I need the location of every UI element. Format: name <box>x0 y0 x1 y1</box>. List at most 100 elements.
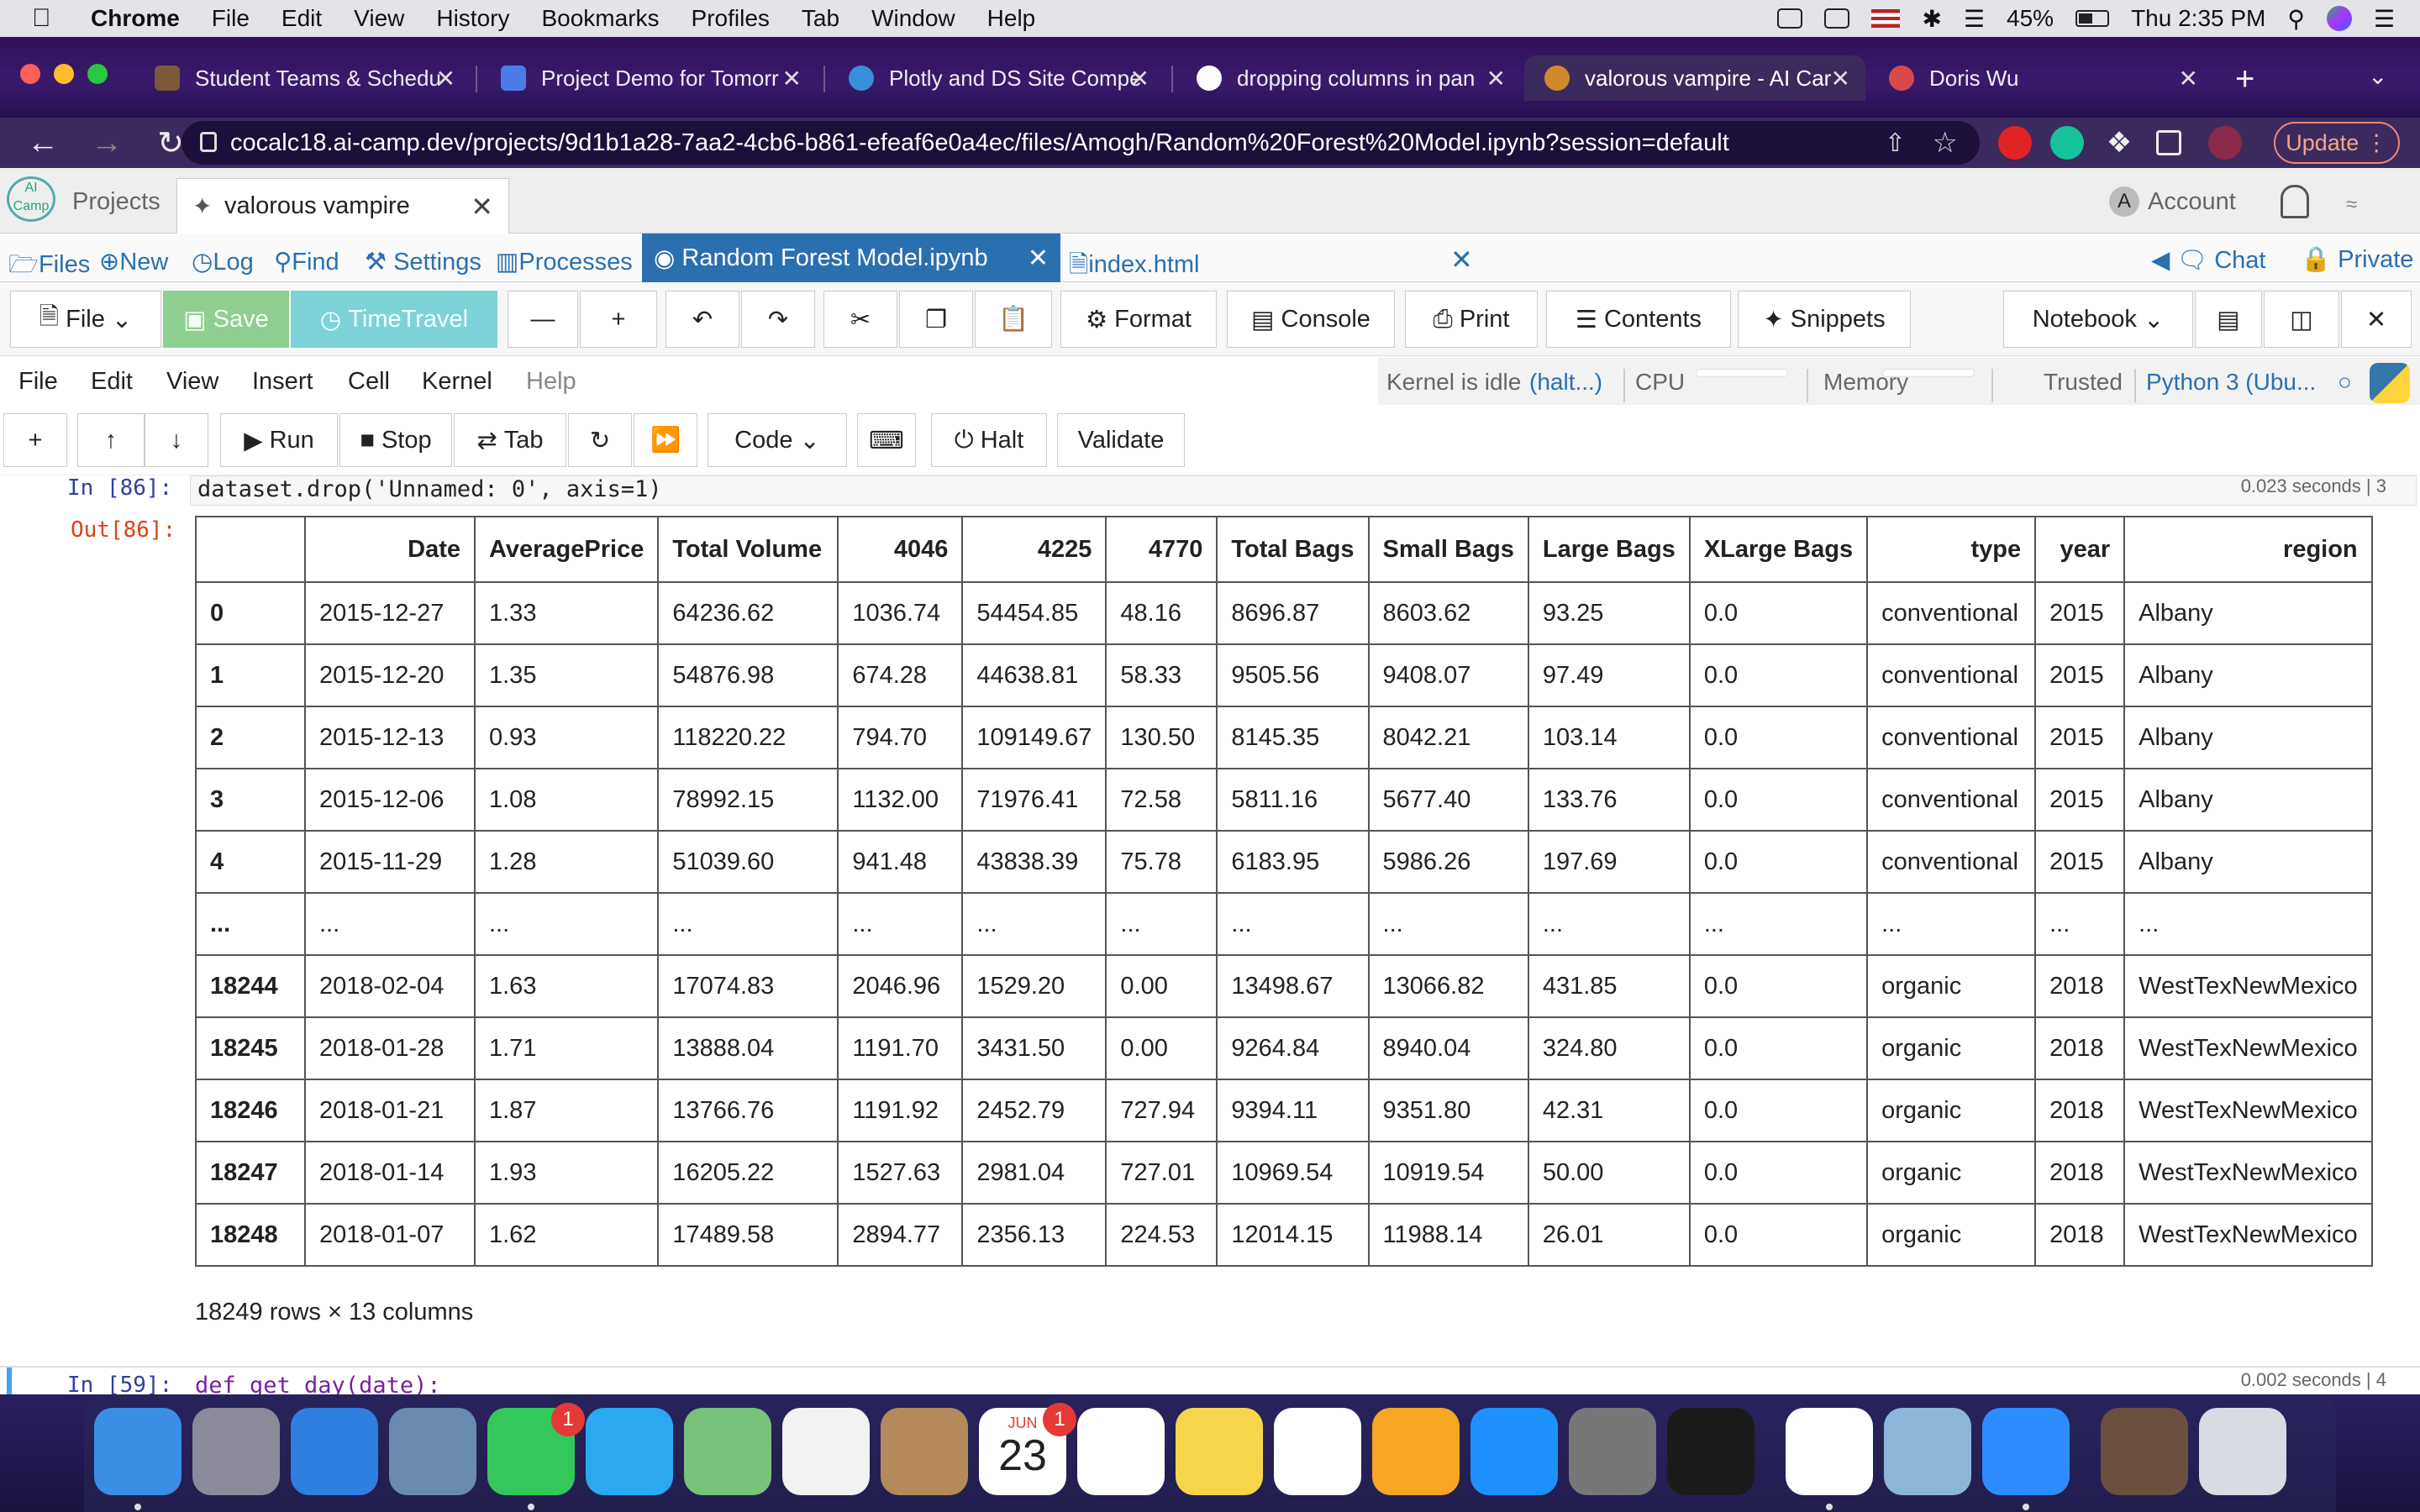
nb-menu-cell[interactable]: Cell <box>348 368 390 396</box>
dock-notes-icon[interactable] <box>1176 1408 1263 1495</box>
restart-kernel-icon[interactable]: ↻ <box>568 413 632 467</box>
close-frame-icon[interactable]: ✕ <box>2341 291 2412 348</box>
move-cell-up-icon[interactable]: ↑ <box>77 413 145 467</box>
validate-button[interactable]: Validate <box>1057 413 1185 467</box>
stop-button[interactable]: ■ Stop <box>339 413 452 467</box>
project-tab[interactable]: ✦ valorous vampire ✕ <box>176 178 509 234</box>
menu-edit[interactable]: Edit <box>281 5 322 32</box>
extension-adblock-icon[interactable] <box>1998 126 2032 160</box>
notebook-view-dropdown[interactable]: Notebook ⌄ <box>2003 291 2193 348</box>
menu-view[interactable]: View <box>354 5 404 32</box>
move-cell-down-icon[interactable]: ↓ <box>145 413 208 467</box>
zoom-out-button[interactable]: — <box>508 291 578 348</box>
dock-safari-icon[interactable] <box>291 1408 378 1495</box>
nb-menu-file[interactable]: File <box>18 368 58 396</box>
save-button[interactable]: ▣ Save <box>163 291 289 348</box>
connection-status-icon[interactable]: ≈ <box>2346 193 2357 217</box>
browser-tab-valorous-vampire[interactable]: valorous vampire - AI Car ✕ <box>1524 55 1865 101</box>
tab-button[interactable]: ⇄ Tab <box>454 413 566 467</box>
menu-bookmarks[interactable]: Bookmarks <box>541 5 659 32</box>
halt-button[interactable]: ⏻ Halt <box>931 413 1047 467</box>
menu-profiles[interactable]: Profiles <box>692 5 770 32</box>
close-window-button[interactable] <box>20 64 40 84</box>
next-code-cell[interactable]: In [59]: def get_day(date): 0.002 second… <box>0 1366 2420 1394</box>
dock-activity-monitor-icon[interactable] <box>1667 1408 1754 1495</box>
dock-launchpad-icon[interactable] <box>192 1408 280 1495</box>
menu-tab[interactable]: Tab <box>802 5 839 32</box>
menu-window[interactable]: Window <box>871 5 955 32</box>
processes-link[interactable]: ▥Processes <box>496 247 633 276</box>
menu-history[interactable]: History <box>436 5 509 32</box>
clock[interactable]: Thu 2:35 PM <box>2131 5 2265 32</box>
nb-menu-view[interactable]: View <box>166 368 218 396</box>
nb-menu-insert[interactable]: Insert <box>252 368 313 396</box>
browser-tab-google-search[interactable]: dropping columns in pan ✕ <box>1176 55 1521 101</box>
siri-icon[interactable] <box>2326 6 2352 31</box>
log-link[interactable]: ◷Log <box>192 247 254 276</box>
minimize-window-button[interactable] <box>54 64 74 84</box>
dock-trash-icon[interactable] <box>2199 1408 2286 1495</box>
dock-numbers-icon[interactable] <box>1274 1408 1361 1495</box>
dock-app-store-icon[interactable] <box>1470 1408 1558 1495</box>
dock-image-capture-icon[interactable] <box>1884 1408 1971 1495</box>
dock-zoom-icon[interactable] <box>1982 1408 2070 1495</box>
dock-chrome-icon[interactable] <box>1786 1408 1873 1495</box>
format-button[interactable]: ⚙ Format <box>1060 291 1217 348</box>
close-tab-icon[interactable]: ✕ <box>1130 65 1150 92</box>
close-tab-icon[interactable]: ✕ <box>2179 65 2198 92</box>
dock-preview-bird-icon[interactable] <box>389 1408 476 1495</box>
insert-cell-button[interactable]: + <box>3 413 67 467</box>
new-tab-button[interactable]: + <box>2235 60 2254 98</box>
dock-messages-icon[interactable] <box>586 1408 673 1495</box>
browser-tab-plotly[interactable]: Plotly and DS Site Compe ✕ <box>829 55 1165 101</box>
zoom-in-button[interactable]: + <box>580 291 657 348</box>
file-menu-button[interactable]: 🗎 File ⌄ <box>10 291 161 348</box>
projects-link[interactable]: Projects <box>72 188 160 216</box>
kernel-name[interactable]: Python 3 (Ubu... <box>2146 369 2316 396</box>
find-link[interactable]: ⚲Find <box>274 247 339 276</box>
ai-camp-logo-icon[interactable]: AI Camp <box>7 176 55 222</box>
dock-contacts-icon[interactable] <box>881 1408 968 1495</box>
snippets-button[interactable]: ✦ Snippets <box>1738 291 1911 348</box>
browser-tab-project-demo[interactable]: Project Demo for Tomorr ✕ <box>481 55 817 101</box>
close-project-icon[interactable]: ✕ <box>471 191 493 223</box>
undo-icon[interactable]: ↶ <box>666 291 739 348</box>
forward-arrow-icon[interactable]: → <box>86 125 128 161</box>
dock-photos-icon[interactable] <box>782 1408 870 1495</box>
apple-icon[interactable]:  <box>32 4 66 33</box>
halt-kernel-link[interactable]: (halt...) <box>1529 369 1602 396</box>
airplay-icon[interactable] <box>1824 8 1850 29</box>
close-tab-icon[interactable]: ✕ <box>1831 65 1850 92</box>
close-tab-icon[interactable]: ✕ <box>782 65 802 92</box>
redo-icon[interactable]: ↷ <box>741 291 815 348</box>
private-toggle[interactable]: 🔒 Private <box>2301 245 2413 274</box>
zoom-window-button[interactable] <box>87 64 108 84</box>
dock-photo-thumb-icon[interactable] <box>2101 1408 2188 1495</box>
flag-icon[interactable] <box>1871 9 1901 28</box>
split-vertical-icon[interactable]: ◫ <box>2264 291 2339 348</box>
menu-file[interactable]: File <box>212 5 250 32</box>
chat-button[interactable]: ◀ 🗨 Chat <box>2151 245 2266 275</box>
close-tab-icon[interactable]: ✕ <box>436 65 455 92</box>
cell-type-dropdown[interactable]: Code ⌄ <box>708 413 847 467</box>
dock-pages-icon[interactable] <box>1372 1408 1460 1495</box>
timetravel-button[interactable]: ◷ TimeTravel <box>291 291 497 348</box>
spotlight-icon[interactable]: ⚲ <box>2287 5 2305 33</box>
nb-menu-edit[interactable]: Edit <box>91 368 133 396</box>
nb-menu-help[interactable]: Help <box>526 368 576 396</box>
battery-icon[interactable] <box>2075 10 2110 27</box>
dock-maps-icon[interactable] <box>684 1408 771 1495</box>
keyboard-shortcuts-icon[interactable]: ⌨ <box>857 413 916 467</box>
print-button[interactable]: ⎙ Print <box>1405 291 1538 348</box>
close-tab-icon[interactable]: ✕ <box>1486 65 1506 92</box>
dock-system-preferences-icon[interactable] <box>1569 1408 1656 1495</box>
copy-icon[interactable]: ❐ <box>899 291 973 348</box>
update-button[interactable]: Update ⋮ <box>2274 122 2400 164</box>
console-button[interactable]: ▤ Console <box>1227 291 1395 348</box>
dock-finder-icon[interactable] <box>94 1408 182 1495</box>
sidebar-panel-icon[interactable] <box>2156 130 2181 155</box>
lock-icon[interactable] <box>200 132 217 152</box>
bluetooth-icon[interactable]: ✱ <box>1922 5 1941 33</box>
tab-search-chevron-icon[interactable]: ⌄ <box>2368 62 2387 90</box>
browser-tab-doris-wu[interactable]: Doris Wu ✕ <box>1869 55 2213 101</box>
